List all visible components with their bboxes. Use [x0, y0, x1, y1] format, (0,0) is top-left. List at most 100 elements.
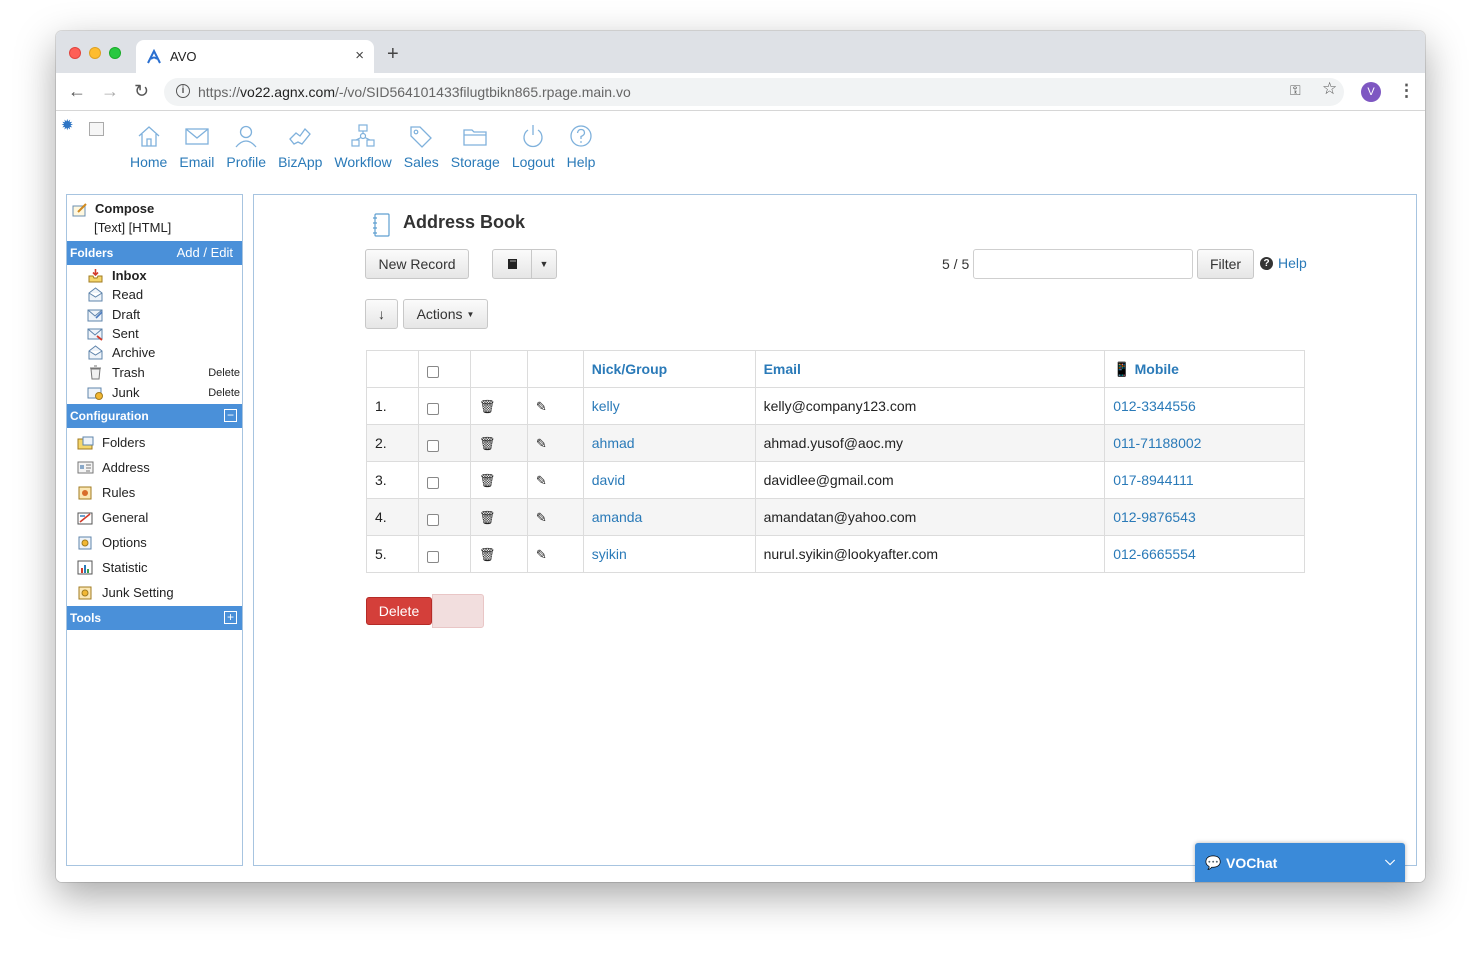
new-tab-button[interactable]: + [387, 43, 399, 66]
close-tab-icon[interactable]: × [355, 47, 364, 64]
filter-input[interactable] [973, 249, 1193, 279]
profile-avatar[interactable]: V [1361, 82, 1381, 102]
mobile-link[interactable]: 012-6665554 [1104, 535, 1305, 573]
view-dropdown-button[interactable]: ▼ [531, 249, 557, 279]
loading-spinner-icon: ✹ [61, 117, 74, 134]
config-junk-setting[interactable]: Junk Setting [77, 585, 174, 600]
mobile-link[interactable]: 012-9876543 [1104, 498, 1305, 536]
select-all-checkbox[interactable] [426, 365, 439, 378]
folder-sent[interactable]: Sent [87, 326, 242, 341]
nav-profile[interactable]: Profile [226, 123, 266, 170]
forward-icon[interactable]: → [101, 81, 119, 102]
nav-bizapp[interactable]: BizApp [278, 123, 322, 170]
nav-sales[interactable]: Sales [404, 123, 439, 170]
browser-tab[interactable]: AVO × [136, 40, 374, 73]
collapse-icon[interactable]: − [224, 409, 237, 422]
email-header[interactable]: Email [754, 350, 1106, 388]
compose-link[interactable]: Compose [95, 201, 154, 216]
tab-bar: AVO × + [56, 31, 1425, 73]
close-window-button[interactable] [69, 47, 81, 59]
config-general[interactable]: General [77, 510, 148, 525]
nick-link[interactable]: david [582, 461, 756, 499]
browser-menu-icon[interactable]: ⋮ [1398, 81, 1415, 101]
folders-add-edit-link[interactable]: Add / Edit [177, 241, 233, 265]
nav-logout[interactable]: Logout [512, 123, 555, 170]
folder-read[interactable]: Read [87, 287, 242, 302]
row-checkbox[interactable] [426, 550, 439, 563]
nick-link[interactable]: amanda [582, 498, 756, 536]
row-number: 3. [366, 461, 419, 499]
nick-link[interactable]: kelly [582, 387, 756, 425]
compose-format-links[interactable]: [Text] [HTML] [94, 220, 171, 235]
pencil-icon[interactable]: ✎ [536, 547, 547, 562]
configuration-header[interactable]: Configuration − [67, 404, 242, 428]
nav-help[interactable]: Help [567, 123, 595, 170]
nick-group-header[interactable]: Nick/Group [582, 350, 756, 388]
trash-icon[interactable]: 🗑 [479, 510, 496, 525]
minimize-window-button[interactable] [89, 47, 101, 59]
folder-junk[interactable]: Junk Delete [87, 385, 242, 400]
nav-storage[interactable]: Storage [451, 123, 500, 170]
email-cell: amandatan@yahoo.com [754, 498, 1106, 536]
site-info-icon[interactable]: i [176, 84, 190, 98]
trash-icon[interactable]: 🗑 [479, 399, 496, 414]
page-title: Address Book [403, 212, 526, 232]
expand-icon[interactable]: + [224, 611, 237, 624]
row-edit-cell: ✎ [526, 461, 584, 499]
row-checkbox[interactable] [426, 513, 439, 526]
key-icon[interactable]: ⚿ [1290, 82, 1301, 99]
actions-dropdown-button[interactable]: Actions ▼ [403, 299, 488, 329]
table-row: 4. 🗑 ✎ amanda amandatan@yahoo.com 012-98… [366, 498, 1305, 536]
nav-workflow[interactable]: Workflow [334, 123, 392, 170]
config-statistic[interactable]: Statistic [77, 560, 148, 575]
new-record-button[interactable]: New Record [365, 249, 469, 279]
mobile-link[interactable]: 017-8944111 [1104, 461, 1305, 499]
bookmark-star-icon[interactable]: ☆ [1322, 79, 1337, 99]
row-checkbox[interactable] [426, 402, 439, 415]
row-select-cell [417, 424, 471, 462]
junk-empty-link[interactable]: Delete [208, 387, 240, 399]
pencil-icon[interactable]: ✎ [536, 436, 547, 451]
row-checkbox[interactable] [426, 476, 439, 489]
delete-selected-button[interactable]: Delete [366, 597, 432, 625]
nick-link[interactable]: ahmad [582, 424, 756, 462]
url-field[interactable]: i https://vo22.agnx.com/-/vo/SID56410143… [164, 78, 1344, 106]
trash-icon[interactable]: 🗑 [479, 547, 496, 562]
pencil-icon[interactable]: ✎ [536, 399, 547, 414]
folder-inbox[interactable]: Inbox [87, 268, 242, 283]
folder-draft[interactable]: Draft [87, 307, 242, 322]
nick-link[interactable]: syikin [582, 535, 756, 573]
sort-button[interactable]: ↓ [365, 299, 398, 329]
pencil-icon[interactable]: ✎ [536, 510, 547, 525]
chevron-down-icon[interactable]: ⌵ [1385, 853, 1395, 869]
reload-icon[interactable]: ↻ [134, 81, 149, 102]
pencil-icon[interactable]: ✎ [536, 473, 547, 488]
config-options[interactable]: Options [77, 535, 147, 550]
back-icon[interactable]: ← [68, 81, 86, 102]
vochat-widget[interactable]: 💬 VOChat ⌵ [1195, 843, 1405, 882]
filter-button[interactable]: Filter [1197, 249, 1254, 279]
view-toggle-button[interactable] [492, 249, 532, 279]
trash-icon[interactable]: 🗑 [479, 473, 496, 488]
nav-home[interactable]: Home [130, 123, 167, 170]
junk-icon [87, 387, 103, 400]
config-folders[interactable]: Folders [77, 435, 145, 450]
mobile-link[interactable]: 011-71188002 [1104, 424, 1305, 462]
trash-icon[interactable]: 🗑 [479, 436, 496, 451]
folder-trash[interactable]: Trash Delete [87, 365, 242, 380]
help-link[interactable]: Help [1278, 255, 1307, 271]
maximize-window-button[interactable] [109, 47, 121, 59]
config-address[interactable]: Address [77, 460, 150, 475]
mobile-header[interactable]: 📱 Mobile [1104, 350, 1305, 388]
tools-header[interactable]: Tools + [67, 606, 242, 630]
edit-col-header [526, 350, 584, 388]
mobile-link[interactable]: 012-3344556 [1104, 387, 1305, 425]
row-checkbox[interactable] [426, 439, 439, 452]
nav-email[interactable]: Email [179, 123, 214, 170]
statistic-chart-icon [77, 560, 93, 575]
general-settings-icon [77, 512, 93, 525]
trash-empty-link[interactable]: Delete [208, 367, 240, 379]
question-icon [570, 125, 592, 147]
config-rules[interactable]: Rules [77, 485, 135, 500]
folder-archive[interactable]: Archive [87, 345, 242, 360]
